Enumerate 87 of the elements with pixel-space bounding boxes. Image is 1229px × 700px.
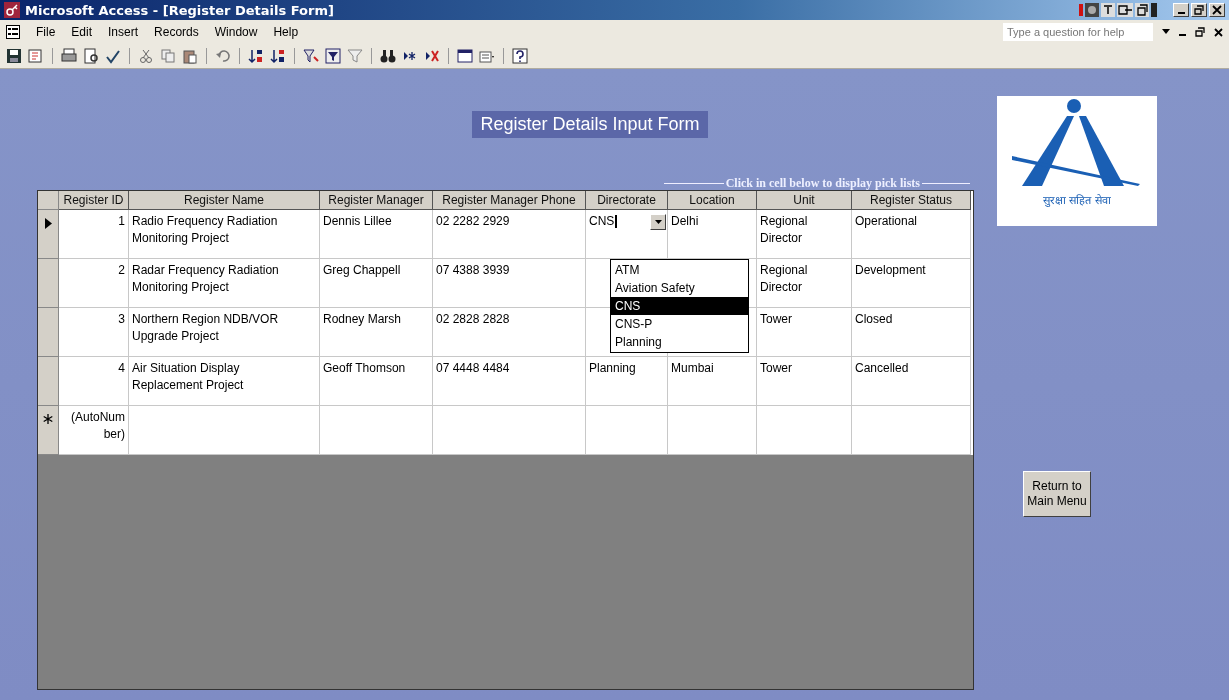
help-question-field[interactable]: Type a question for help <box>1003 23 1153 41</box>
print-icon[interactable] <box>61 48 77 64</box>
table-cell: Tower <box>757 357 852 406</box>
close-button[interactable] <box>1209 3 1225 17</box>
pick-list-item[interactable]: ATM <box>611 261 748 279</box>
table-cell: Operational <box>852 210 971 259</box>
table-cell: 07 4388 3939 <box>433 259 586 308</box>
menu-item[interactable]: Insert <box>108 25 139 39</box>
table-cell: Planning <box>586 357 668 406</box>
current-record-icon <box>44 218 52 229</box>
table-cell: 1 <box>59 210 129 259</box>
record-selector[interactable] <box>38 210 59 259</box>
minimize-icon <box>1177 12 1185 14</box>
pick-list-item[interactable]: Planning <box>611 333 748 351</box>
copy-icon[interactable] <box>160 48 176 64</box>
table-cell: 02 2828 2828 <box>433 308 586 357</box>
menu-item[interactable]: Help <box>273 25 299 39</box>
table-cell: Tower <box>757 308 852 357</box>
help-icon[interactable] <box>512 48 528 64</box>
table-cell: 4 <box>59 357 129 406</box>
undo-icon[interactable] <box>215 48 231 64</box>
logo-tagline: सुरक्षा सहित सेवा <box>1043 193 1111 207</box>
table-cell: Radio Frequency Radiation Monitoring Project <box>129 210 320 259</box>
pick-list-hint: Click in cell below to display pick lists <box>725 175 920 191</box>
table-cell: Cancelled <box>852 357 971 406</box>
pick-list-item[interactable]: Aviation Safety <box>611 279 748 297</box>
sort-ascending-icon[interactable] <box>248 48 264 64</box>
window-title: Microsoft Access - [Register Details Form] <box>25 2 334 18</box>
table-cell: Greg Chappell <box>320 259 433 308</box>
column-header[interactable]: Location <box>668 191 757 210</box>
pick-list-item[interactable]: CNS-P <box>611 315 748 333</box>
table-cell: Air Situation Display Replacement Project <box>129 357 320 406</box>
menu-item[interactable]: File <box>36 25 56 39</box>
restore-icon <box>1194 5 1204 15</box>
menu-item[interactable]: Edit <box>71 25 93 39</box>
pick-list-item[interactable]: CNS <box>611 297 748 315</box>
close-icon[interactable] <box>1214 27 1223 37</box>
form-title: Register Details Input Form <box>472 111 708 138</box>
asterisk-icon <box>43 414 53 424</box>
print-preview-icon[interactable] <box>83 48 99 64</box>
sort-descending-icon[interactable] <box>270 48 286 64</box>
menu-item[interactable]: Records <box>154 25 199 39</box>
combo-box-value[interactable]: CNS <box>589 214 618 228</box>
form-icon[interactable] <box>6 25 20 39</box>
column-header[interactable]: Directorate <box>586 191 668 210</box>
column-header[interactable]: Register Manager <box>320 191 433 210</box>
database-icon[interactable] <box>28 48 44 64</box>
table-cell: 2 <box>59 259 129 308</box>
new-object-icon[interactable] <box>479 48 495 64</box>
caret-icon <box>654 220 662 224</box>
table-cell: Regional Director <box>757 210 852 259</box>
table-cell: Closed <box>852 308 971 357</box>
column-header[interactable]: Register Name <box>129 191 320 210</box>
table-cell: 02 2282 2929 <box>433 210 586 259</box>
filter-icon[interactable] <box>303 48 319 64</box>
key-icon <box>4 2 20 18</box>
restore-icon[interactable] <box>1195 27 1205 37</box>
column-header[interactable]: Unit <box>757 191 852 210</box>
spelling-icon[interactable] <box>105 48 121 64</box>
table-cell: 07 4448 4484 <box>433 357 586 406</box>
menu-item[interactable]: Window <box>214 25 258 39</box>
cut-icon[interactable] <box>138 48 154 64</box>
column-header[interactable]: Register Status <box>852 191 971 210</box>
table-cell: Radar Frequency Radiation Monitoring Project <box>129 259 320 308</box>
window-icon[interactable] <box>457 48 473 64</box>
table-cell: Northern Region NDB/VOR Upgrade Project <box>129 308 320 357</box>
table-cell: Dennis Lillee <box>320 210 433 259</box>
paste-icon[interactable] <box>182 48 198 64</box>
table-cell: Regional Director <box>757 259 852 308</box>
restore-button[interactable] <box>1191 3 1207 17</box>
save-icon[interactable] <box>6 48 22 64</box>
delete-record-icon[interactable] <box>424 48 440 64</box>
dropdown-button[interactable] <box>650 214 666 230</box>
minimize-button[interactable] <box>1173 3 1189 17</box>
table-cell: Geoff Thomson <box>320 357 433 406</box>
table-cell: 3 <box>59 308 129 357</box>
table-cell: Mumbai <box>668 357 757 406</box>
column-header[interactable]: Register ID <box>59 191 129 210</box>
table-cell: Rodney Marsh <box>320 308 433 357</box>
return-to-main-menu-button[interactable]: Return to Main Menu <box>1023 471 1091 517</box>
dropdown-arrow-icon[interactable] <box>1162 29 1170 35</box>
close-icon <box>1212 5 1222 15</box>
table-cell: Development <box>852 259 971 308</box>
column-header[interactable]: Register Manager Phone <box>433 191 586 210</box>
binoculars-icon[interactable] <box>380 48 396 64</box>
filter-by-form-icon[interactable] <box>325 48 341 64</box>
record-selector[interactable] <box>38 406 59 455</box>
